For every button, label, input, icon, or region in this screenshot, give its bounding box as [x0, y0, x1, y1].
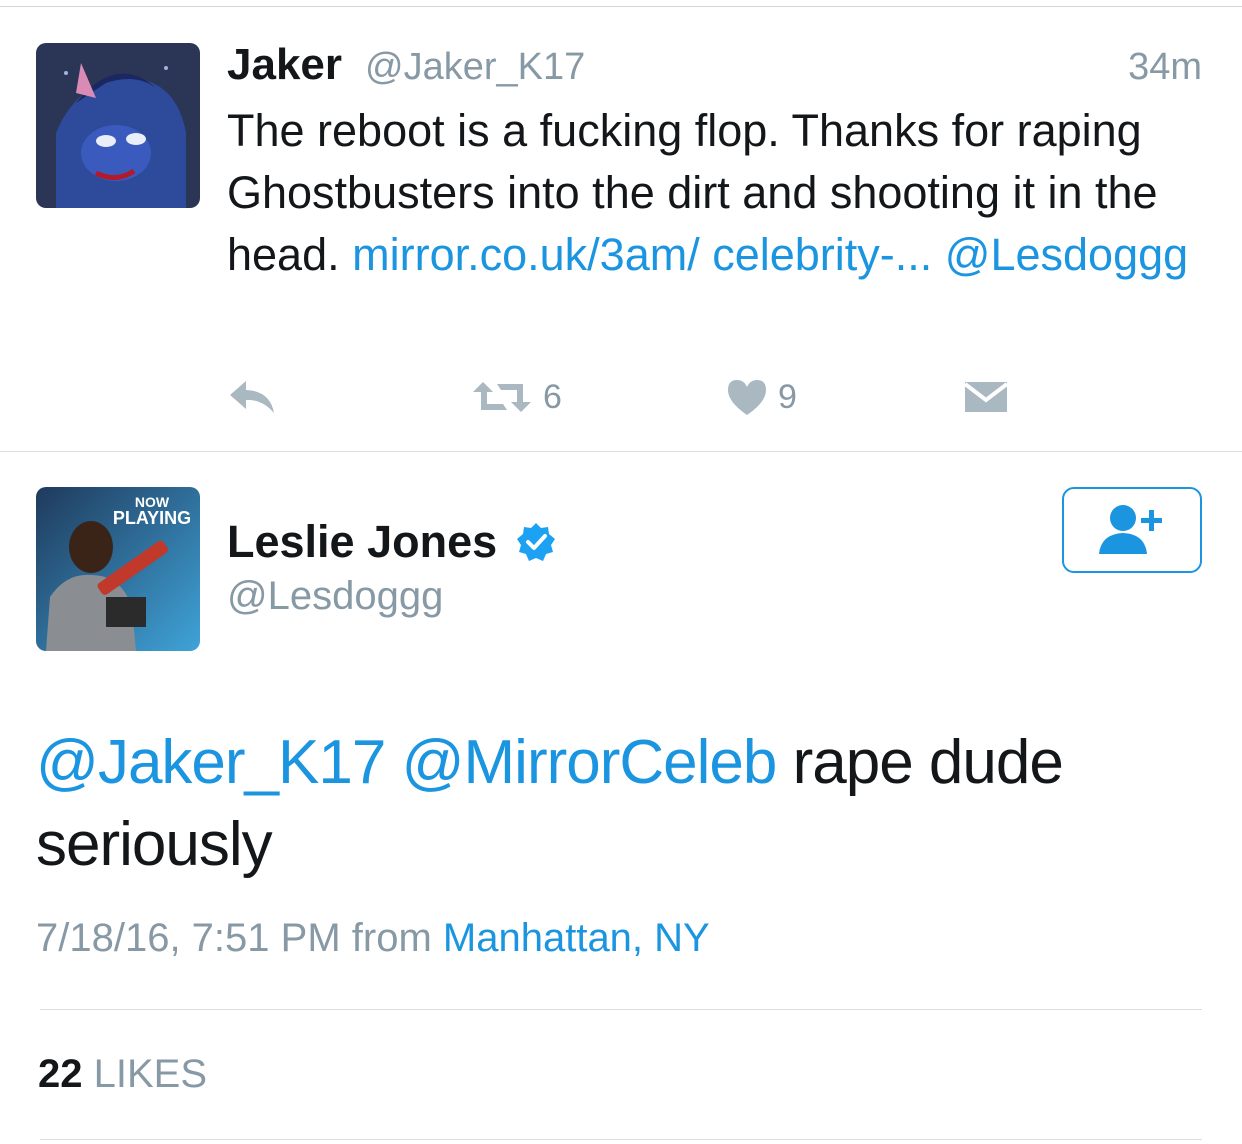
- like-count: 9: [778, 377, 797, 416]
- from-label: from: [351, 916, 432, 960]
- verified-badge-icon: [516, 522, 556, 562]
- follow-user-icon: [1097, 500, 1167, 561]
- follow-button[interactable]: [1062, 487, 1202, 573]
- heart-icon: [726, 378, 768, 416]
- avatar-badge-playing: PLAYING: [113, 508, 191, 528]
- direct-message-button[interactable]: [965, 372, 1007, 422]
- reply-article-link[interactable]: mirror.co.uk/3am/ celebrity-...: [352, 229, 932, 280]
- meta-divider: [40, 1009, 1202, 1010]
- tweet-timestamp: 7/18/16, 7:51 PM: [36, 916, 341, 960]
- retweet-count: 6: [543, 377, 562, 416]
- reply-button[interactable]: [228, 372, 276, 422]
- bottom-divider: [40, 1139, 1202, 1140]
- mention-mirrorceleb[interactable]: @MirrorCeleb: [402, 728, 778, 797]
- reply-author-handle[interactable]: @Jaker_K17: [365, 46, 585, 89]
- tweet-meta: 7/18/16, 7:51 PM from Manhattan, NY: [36, 916, 710, 961]
- reply-tweet-text: The reboot is a fucking flop. Thanks for…: [227, 100, 1217, 286]
- envelope-icon: [965, 380, 1007, 414]
- main-tweet-text: @Jaker_K17 @MirrorCeleb rape dude seriou…: [36, 722, 1206, 886]
- reply-action-bar: 6 9: [0, 372, 1242, 422]
- reply-timestamp: 34m: [1128, 46, 1202, 88]
- jaker-avatar[interactable]: [36, 43, 200, 208]
- likes-summary[interactable]: 22 LIKES: [38, 1052, 207, 1097]
- retweet-icon: [473, 380, 531, 414]
- mention-jaker[interactable]: @Jaker_K17: [36, 728, 386, 797]
- tweet-divider: [0, 451, 1242, 452]
- reply-mention-lesdoggg[interactable]: @Lesdoggg: [945, 229, 1188, 280]
- likes-label: LIKES: [93, 1052, 208, 1096]
- likes-count: 22: [38, 1052, 83, 1096]
- main-author-name[interactable]: Leslie Jones: [227, 516, 497, 568]
- retweet-button[interactable]: 6: [473, 372, 562, 422]
- reply-icon: [228, 379, 276, 415]
- like-button[interactable]: 9: [726, 372, 797, 422]
- main-author-handle[interactable]: @Lesdoggg: [227, 574, 443, 619]
- reply-author-name[interactable]: Jaker: [227, 40, 342, 90]
- top-divider: [0, 6, 1242, 7]
- leslie-jones-avatar[interactable]: NOW PLAYING: [36, 487, 200, 651]
- tweet-location[interactable]: Manhattan, NY: [443, 916, 710, 960]
